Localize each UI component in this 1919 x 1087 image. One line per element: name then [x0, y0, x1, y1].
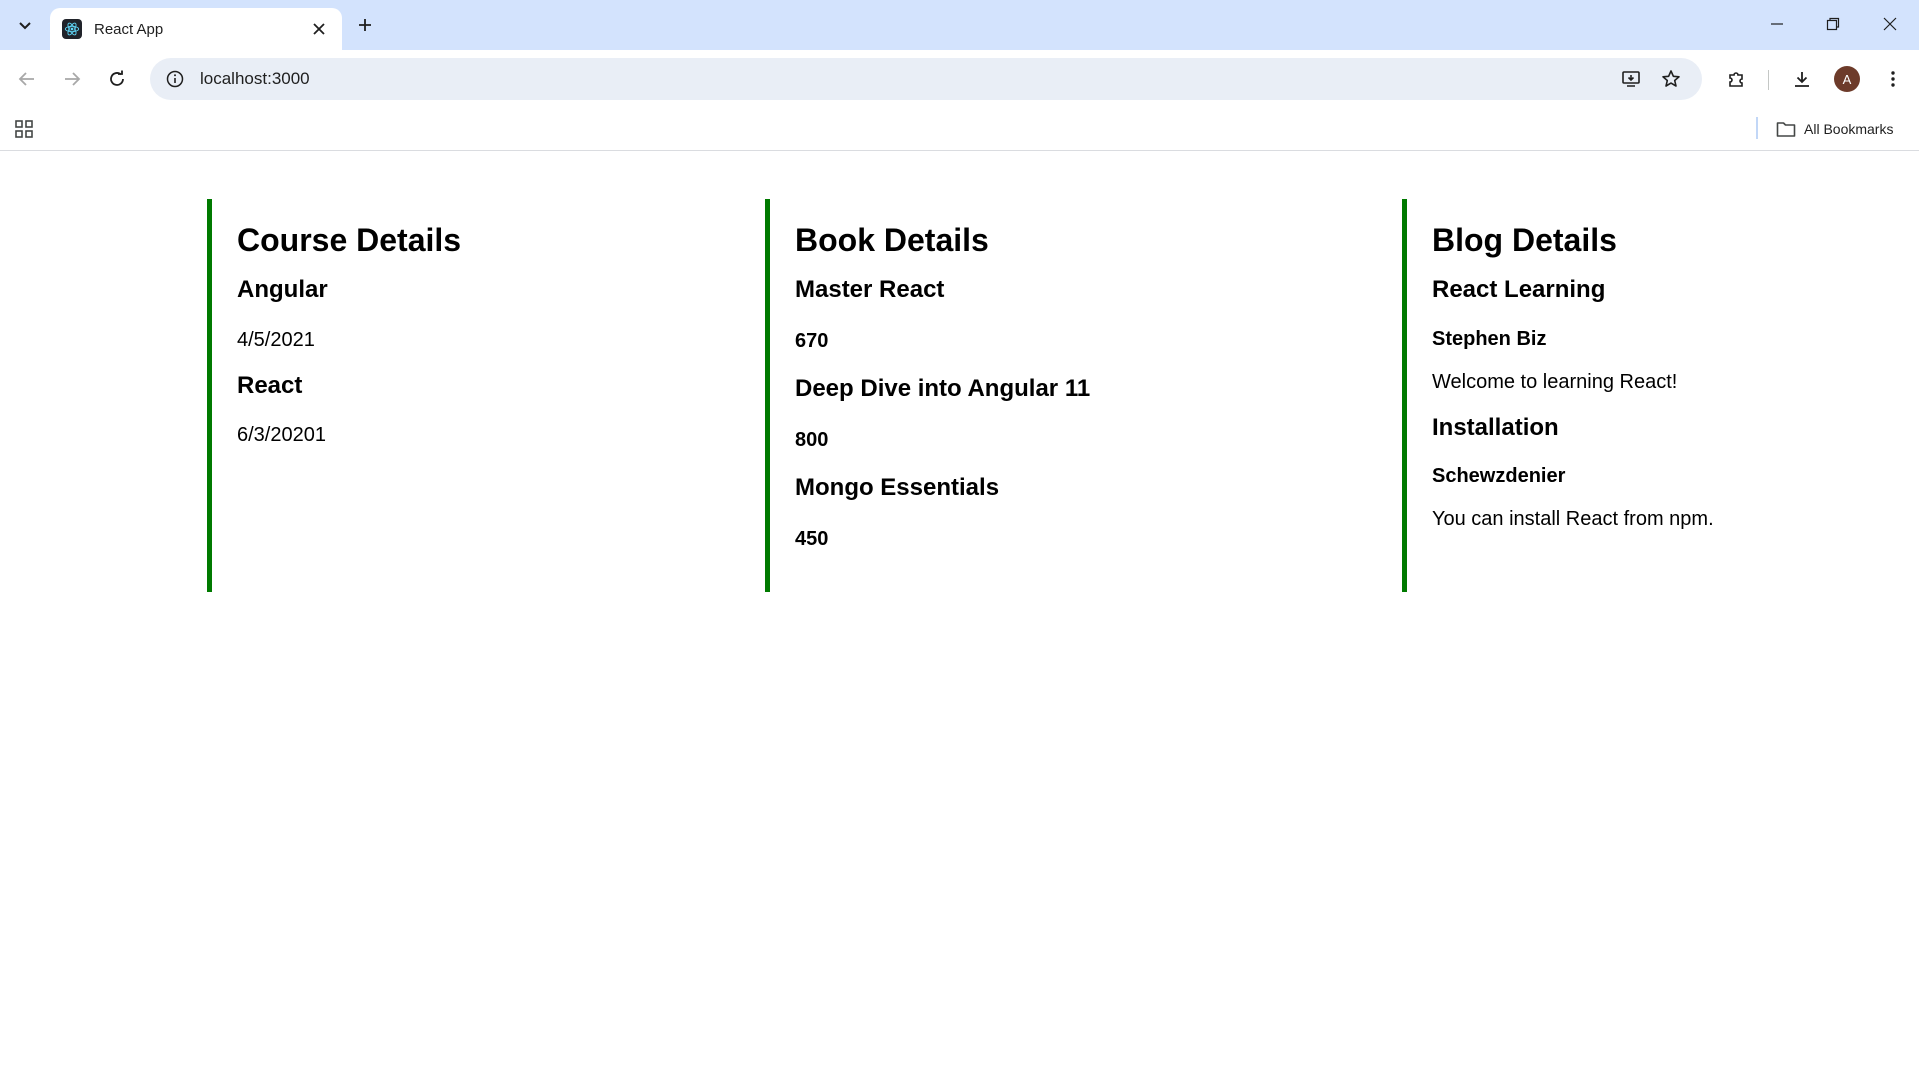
- course-date: 4/5/2021: [237, 329, 315, 351]
- close-icon: [313, 23, 325, 35]
- restore-icon: [1826, 17, 1840, 31]
- blog-details-section: Blog Details React Learning Stephen Biz …: [1402, 199, 1902, 592]
- tab-close-button[interactable]: [308, 18, 330, 40]
- profile-avatar[interactable]: A: [1834, 66, 1860, 92]
- more-vert-icon: [1891, 71, 1895, 87]
- new-tab-button[interactable]: [350, 10, 380, 40]
- extensions-button[interactable]: [1719, 62, 1753, 96]
- close-window-button[interactable]: [1870, 8, 1910, 40]
- browser-menu-button[interactable]: [1876, 62, 1910, 96]
- reload-icon: [110, 70, 124, 86]
- downloads-button[interactable]: [1785, 62, 1819, 96]
- reload-button[interactable]: [100, 62, 134, 96]
- book-price: 670: [795, 330, 829, 352]
- plus-icon: [359, 19, 371, 31]
- all-bookmarks-label: All Bookmarks: [1804, 121, 1894, 137]
- blog-details-heading: Blog Details: [1432, 222, 1617, 258]
- chevron-down-icon: [19, 22, 31, 30]
- react-logo-icon: [62, 19, 82, 39]
- site-info-icon[interactable]: [164, 68, 186, 90]
- bookmarks-bar: All Bookmarks: [0, 107, 1919, 151]
- book-price: 800: [795, 429, 829, 451]
- book-price: 450: [795, 528, 829, 550]
- blog-content: You can install React from npm.: [1432, 508, 1714, 530]
- book-name: Deep Dive into Angular 11: [795, 375, 1091, 402]
- course-date: 6/3/20201: [237, 424, 326, 446]
- minimize-icon: [1771, 23, 1783, 25]
- forward-button[interactable]: [55, 62, 89, 96]
- install-icon: [1622, 71, 1640, 87]
- close-icon: [1883, 17, 1897, 31]
- folder-icon: [1776, 122, 1796, 137]
- tab-title: React App: [94, 20, 164, 38]
- blog-author: Schewzdenier: [1432, 465, 1566, 487]
- page-content: Course Details Angular 4/5/2021 React 6/…: [0, 152, 1919, 1087]
- course-details-heading: Course Details: [237, 222, 462, 258]
- download-icon: [1795, 72, 1809, 87]
- tab-search-button[interactable]: [10, 10, 40, 40]
- blog-title: Installation: [1432, 414, 1559, 441]
- address-bar[interactable]: localhost:3000: [150, 58, 1702, 100]
- course-name: Angular: [237, 276, 328, 303]
- install-app-button[interactable]: [1614, 62, 1648, 96]
- browser-tab[interactable]: React App: [50, 8, 342, 50]
- blog-author: Stephen Biz: [1432, 328, 1547, 350]
- bookmarks-divider: [1756, 117, 1758, 139]
- minimize-button[interactable]: [1757, 8, 1797, 40]
- book-details-heading: Book Details: [795, 222, 989, 258]
- book-name: Master React: [795, 276, 945, 303]
- apps-grid-icon[interactable]: [12, 117, 36, 141]
- arrow-left-icon: [18, 72, 34, 86]
- book-details-section: Book Details Master React 670 Deep Dive …: [765, 199, 1385, 592]
- course-details-section: Course Details Angular 4/5/2021 React 6/…: [207, 199, 747, 592]
- blog-title: React Learning: [1432, 276, 1606, 303]
- blog-content: Welcome to learning React!: [1432, 371, 1678, 393]
- tab-strip: React App: [0, 0, 1919, 50]
- bookmark-star-button[interactable]: [1654, 62, 1688, 96]
- arrow-right-icon: [65, 72, 81, 86]
- browser-toolbar: localhost:3000: [0, 50, 1919, 107]
- puzzle-icon: [1729, 72, 1743, 87]
- book-name: Mongo Essentials: [795, 474, 1000, 501]
- all-bookmarks-button[interactable]: All Bookmarks: [1776, 115, 1893, 143]
- restore-button[interactable]: [1813, 8, 1853, 40]
- toolbar-divider: [1768, 70, 1769, 90]
- url-text[interactable]: localhost:3000: [200, 69, 1608, 89]
- course-name: React: [237, 372, 303, 399]
- star-icon: [1662, 70, 1680, 87]
- back-button[interactable]: [10, 62, 44, 96]
